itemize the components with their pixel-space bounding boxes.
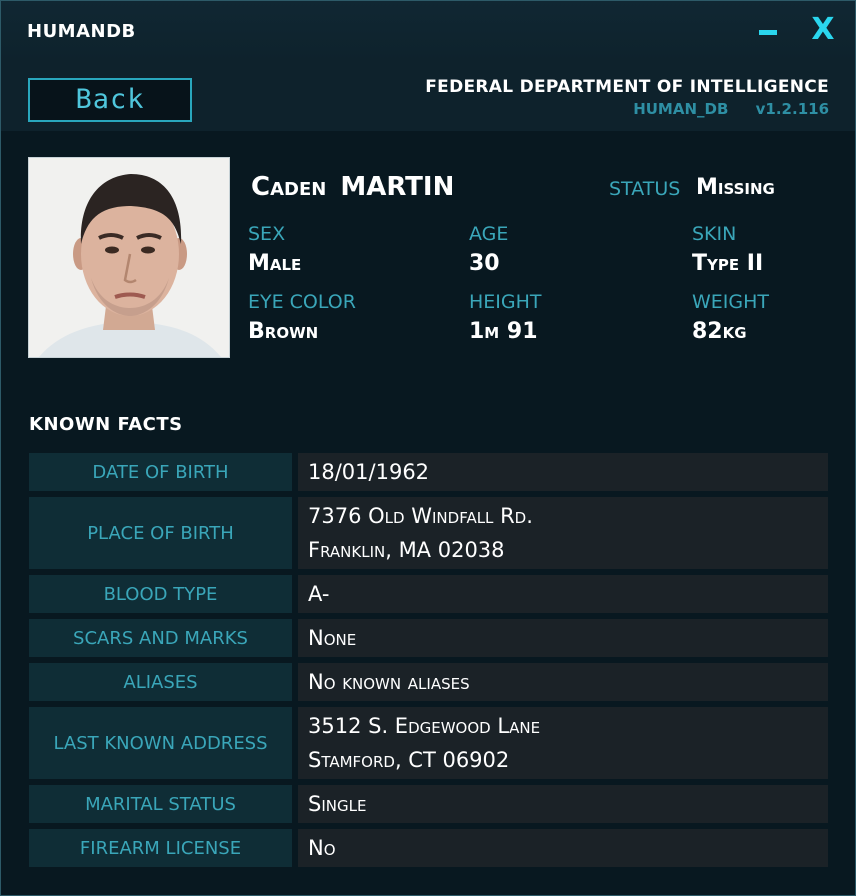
agency-name: FEDERAL DEPARTMENT OF INTELLIGENCE (425, 77, 829, 97)
skin-value: Type II (692, 251, 764, 276)
fact-value-scars-and-marks: None (298, 619, 828, 657)
fact-value-firearm-license: No (298, 829, 828, 867)
fact-label-blood-type: BLOOD TYPE (29, 575, 292, 613)
height-label: HEIGHT (469, 291, 542, 313)
fact-label-date-of-birth: DATE OF BIRTH (29, 453, 292, 491)
fact-label-aliases: ALIASES (29, 663, 292, 701)
status-value: Missing (696, 175, 775, 200)
close-button[interactable]: X (807, 12, 839, 48)
fact-value-blood-type: A- (298, 575, 828, 613)
eye-color-value: Brown (248, 319, 319, 344)
person-photo-image (29, 158, 229, 357)
fact-value-date-of-birth: 18/01/1962 (298, 453, 828, 491)
eye-color-label: EYE COLOR (248, 291, 356, 313)
skin-label: SKIN (692, 223, 737, 245)
person-name: Caden MARTIN (251, 172, 454, 202)
version-label: v1.2.116 (755, 100, 829, 118)
status-label: STATUS (609, 178, 681, 200)
fact-label-place-of-birth: PLACE OF BIRTH (29, 497, 292, 569)
app-title: HUMANDB (27, 21, 136, 42)
minimize-button[interactable] (759, 30, 777, 35)
person-photo (28, 157, 230, 358)
sex-value: Male (248, 251, 302, 276)
fact-label-firearm-license: FIREARM LICENSE (29, 829, 292, 867)
fact-label-marital-status: MARITAL STATUS (29, 785, 292, 823)
fact-label-last-known-address: LAST KNOWN ADDRESS (29, 707, 292, 779)
sex-label: SEX (248, 223, 286, 245)
agency-block: FEDERAL DEPARTMENT OF INTELLIGENCE HUMAN… (425, 77, 829, 118)
fact-label-scars-and-marks: SCARS AND MARKS (29, 619, 292, 657)
age-value: 30 (469, 251, 500, 276)
first-name: Caden (251, 172, 327, 202)
fact-value-marital-status: Single (298, 785, 828, 823)
profile-content: Caden MARTIN STATUS Missing SEX Male AGE … (1, 131, 855, 895)
header: Back FEDERAL DEPARTMENT OF INTELLIGENCE … (1, 63, 855, 131)
humandb-window: HUMANDB X Back FEDERAL DEPARTMENT OF INT… (0, 0, 856, 896)
fact-value-place-of-birth: 7376 Old Windfall Rd. Franklin, MA 02038 (298, 497, 828, 569)
fact-value-last-known-address: 3512 S. Edgewood Lane Stamford, CT 06902 (298, 707, 828, 779)
age-label: AGE (469, 223, 509, 245)
titlebar: HUMANDB X (1, 1, 855, 63)
weight-value: 82kg (692, 319, 747, 344)
height-value: 1m 91 (469, 319, 538, 344)
fact-value-aliases: No known aliases (298, 663, 828, 701)
weight-label: WEIGHT (692, 291, 770, 313)
known-facts-title: KNOWN FACTS (29, 414, 183, 435)
back-button[interactable]: Back (28, 78, 192, 122)
last-name: MARTIN (340, 172, 455, 202)
db-name: HUMAN_DB (633, 100, 729, 118)
